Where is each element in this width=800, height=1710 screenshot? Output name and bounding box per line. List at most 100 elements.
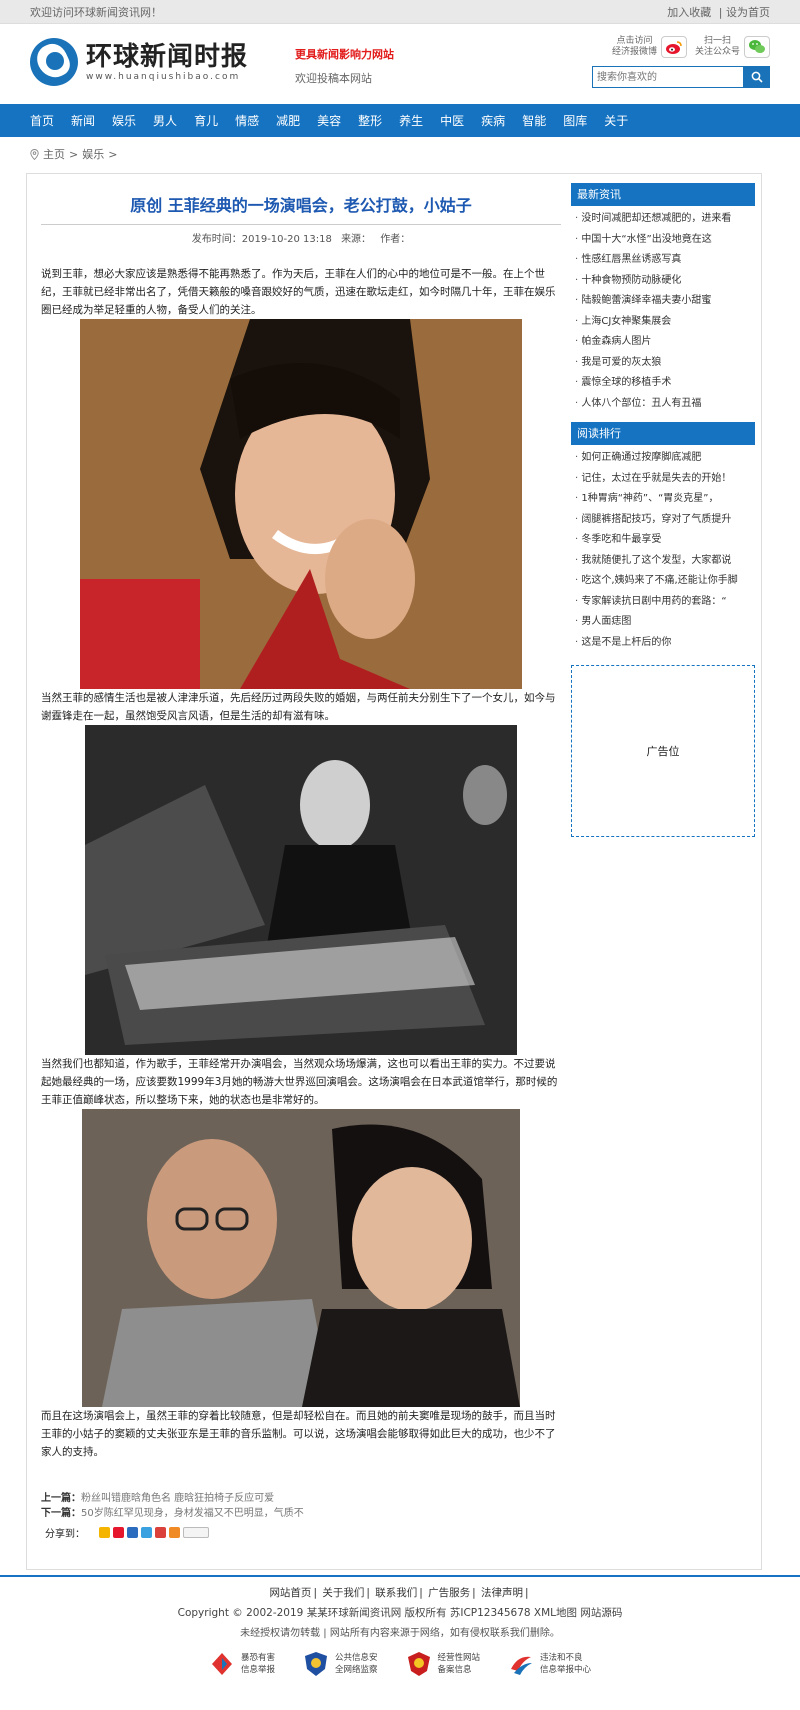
badge-line1: 经营性网站 xyxy=(437,1653,481,1663)
sidebar: 最新资讯 没时间减肥却还想减肥的，进来看 中国十大“水怪”出没地竟在这 性感红唇… xyxy=(571,183,755,837)
badge-network-police[interactable]: 公共信息安全网络监察 xyxy=(303,1651,378,1677)
search-input[interactable] xyxy=(592,66,744,88)
top-separator: | xyxy=(718,6,723,19)
list-item[interactable]: 上海CJ女神聚集展会 xyxy=(571,312,755,333)
article: 原创 王菲经典的一场演唱会，老公打鼓，小姑子 发布时间：2019-10-20 1… xyxy=(41,174,561,1540)
badge-line1: 公共信息安 xyxy=(334,1653,378,1663)
article-paragraph: 当然王菲的感情生活也是被人津津乐道，先后经历过两段失败的婚姻，与两任前夫分别生下… xyxy=(41,692,556,722)
article-paragraph: 当然我们也都知道，作为歌手，王菲经常开办演唱会，当然观众场场爆满，这也可以看出王… xyxy=(41,1058,558,1106)
police-badge-icon xyxy=(304,1652,327,1676)
logo-title: 环球新闻时报 xyxy=(86,42,249,72)
weibo-caption: 点击访问 经济报微博 xyxy=(612,36,657,58)
nav-entertainment[interactable]: 娱乐 xyxy=(112,112,136,129)
slogan: 更具新闻影响力网站 欢迎投稿本网站 xyxy=(295,46,394,86)
badge-line2: 备案信息 xyxy=(437,1665,472,1675)
nav-emotion[interactable]: 情感 xyxy=(235,112,259,129)
footer-link-ads[interactable]: 广告服务 xyxy=(428,1587,470,1599)
wechat-icon[interactable] xyxy=(744,36,770,58)
latest-news-list: 没时间减肥却还想减肥的，进来看 中国十大“水怪”出没地竟在这 性感红唇黑丝诱惑写… xyxy=(571,206,755,414)
article-meta: 发布时间：2019-10-20 13:18 来源： 作者： xyxy=(41,230,561,245)
footer-notice: 未经授权请勿转载 | 网站所有内容来源于网络，如有侵权联系我们删除。 xyxy=(240,1628,560,1639)
breadcrumb-section[interactable]: 娱乐 xyxy=(82,146,104,162)
latest-news-header: 最新资讯 xyxy=(571,183,755,206)
list-item[interactable]: 没时间减肥却还想减肥的，进来看 xyxy=(571,209,755,230)
tencent-share-icon[interactable] xyxy=(141,1527,152,1538)
footer-link-home[interactable]: 网站首页 xyxy=(269,1587,311,1599)
copyright: Copyright © 2002-2019 某某环球新闻资讯网 版权所有 苏IC… xyxy=(177,1607,623,1619)
list-item[interactable]: 震惊全球的移植手术 xyxy=(571,373,755,394)
report-shield-icon xyxy=(211,1653,232,1675)
nav-tcm[interactable]: 中医 xyxy=(440,112,464,129)
list-item[interactable]: 我就随便扎了这个发型，大家都说 xyxy=(571,551,755,572)
slogan-sub: 欢迎投稿本网站 xyxy=(295,72,372,85)
report-center-icon xyxy=(511,1656,533,1675)
nav-weight-loss[interactable]: 减肥 xyxy=(276,112,300,129)
badge-terror-report[interactable]: 暴恐有害 信息举报 xyxy=(209,1651,275,1677)
nav-disease[interactable]: 疾病 xyxy=(481,112,505,129)
footer-link-contact[interactable]: 联系我们 xyxy=(375,1587,417,1599)
douban-share-icon[interactable] xyxy=(155,1527,166,1538)
wechat-caption-line2: 关注公众号 xyxy=(694,47,740,57)
nav-about[interactable]: 关于 xyxy=(604,112,628,129)
badge-line2: 信息举报 xyxy=(240,1665,275,1675)
list-item[interactable]: 中国十大“水怪”出没地竟在这 xyxy=(571,230,755,251)
list-item[interactable]: 如何正确通过按摩脚底减肥 xyxy=(571,448,755,469)
author-label: 作者： xyxy=(380,234,411,245)
weibo-share-icon[interactable] xyxy=(113,1527,124,1538)
list-item[interactable]: 我是可爱的灰太狼 xyxy=(571,353,755,374)
breadcrumb-home[interactable]: 主页 xyxy=(43,146,65,162)
more-share-icon[interactable] xyxy=(169,1527,180,1538)
renren-share-icon[interactable] xyxy=(127,1527,138,1538)
list-item[interactable]: 性感红唇黑丝诱惑写真 xyxy=(571,250,755,271)
nav-men[interactable]: 男人 xyxy=(153,112,177,129)
site-logo[interactable]: 环球新闻时报 www.huanqiushibao.com xyxy=(30,38,248,86)
share-count-badge[interactable] xyxy=(183,1527,209,1538)
list-item[interactable]: 1种胃病“神药”、“胃炎克星”， xyxy=(571,489,755,510)
badge-line2: 全网络监察 xyxy=(334,1665,378,1675)
publish-time: 2019-10-20 13:18 xyxy=(241,234,332,245)
nav-home[interactable]: 首页 xyxy=(30,112,54,129)
nav-parenting[interactable]: 育儿 xyxy=(194,112,218,129)
footer-link-about[interactable]: 关于我们 xyxy=(322,1587,364,1599)
set-homepage-link[interactable]: 设为首页 xyxy=(726,6,770,19)
nav-health[interactable]: 养生 xyxy=(399,112,423,129)
nav-gallery[interactable]: 图库 xyxy=(563,112,587,129)
article-photo xyxy=(80,319,522,689)
location-pin-icon xyxy=(30,148,39,160)
list-item[interactable]: 帕金森病人图片 xyxy=(571,332,755,353)
search-box xyxy=(590,66,770,88)
search-button[interactable] xyxy=(744,66,770,88)
footer-link-legal[interactable]: 法律声明 xyxy=(481,1587,523,1599)
list-item[interactable]: 男人面痣图 xyxy=(571,612,755,633)
list-item[interactable]: 人体八个部位：丑人有丑福 xyxy=(571,394,755,415)
nav-cosmetic-surgery[interactable]: 整形 xyxy=(358,112,382,129)
article-title: 原创 王菲经典的一场演唱会，老公打鼓，小姑子 xyxy=(130,196,472,215)
top-links: 加入收藏 | 设为首页 xyxy=(667,4,770,20)
ad-slot[interactable]: 广告位 xyxy=(571,665,755,837)
badge-illegal-report[interactable]: 违法和不良 信息举报中心 xyxy=(508,1651,591,1677)
list-item[interactable]: 专家解读抗日剧中用药的套路：“ xyxy=(571,592,755,613)
weibo-caption-line2: 经济报微博 xyxy=(611,47,657,57)
list-item[interactable]: 记住，太过在乎就是失去的开始！ xyxy=(571,469,755,490)
nav-beauty[interactable]: 美容 xyxy=(317,112,341,129)
qzone-share-icon[interactable] xyxy=(99,1527,110,1538)
social-area: 点击访问 经济报微博 扫一扫 关注公众号 xyxy=(590,36,770,88)
badge-business-record[interactable]: 经营性网站 备案信息 xyxy=(406,1651,481,1677)
share-label: 分享到： xyxy=(45,1529,85,1540)
weibo-icon[interactable] xyxy=(660,36,687,58)
list-item[interactable]: 陆毅鲍蕾演绎幸福夫妻小甜蜜 xyxy=(571,291,755,312)
list-item[interactable]: 吃这个,姨妈来了不痛,还能让你手脚 xyxy=(571,571,755,592)
list-item[interactable]: 冬季吃和牛最享受 xyxy=(571,530,755,551)
next-article-link[interactable]: 50岁陈红罕见现身，身材发福又不巴明显，气质不 xyxy=(81,1508,304,1519)
content-box: 原创 王菲经典的一场演唱会，老公打鼓，小姑子 发布时间：2019-10-20 1… xyxy=(26,173,762,1570)
list-item[interactable]: 阔腿裤搭配技巧，穿对了气质提升 xyxy=(571,510,755,531)
list-item[interactable]: 这是不是上杆后的你 xyxy=(571,633,755,654)
prev-article-link[interactable]: 粉丝叫错鹿晗角色名 鹿晗狂拍椅子反应可爱 xyxy=(81,1493,274,1504)
nav-smart[interactable]: 智能 xyxy=(522,112,546,129)
add-favorite-link[interactable]: 加入收藏 xyxy=(667,6,711,19)
badge-line1: 违法和不良 xyxy=(540,1653,583,1663)
list-item[interactable]: 十种食物预防动脉硬化 xyxy=(571,271,755,292)
nav-news[interactable]: 新闻 xyxy=(71,112,95,129)
share-bar: 分享到： xyxy=(41,1525,561,1540)
business-record-icon xyxy=(407,1652,430,1676)
